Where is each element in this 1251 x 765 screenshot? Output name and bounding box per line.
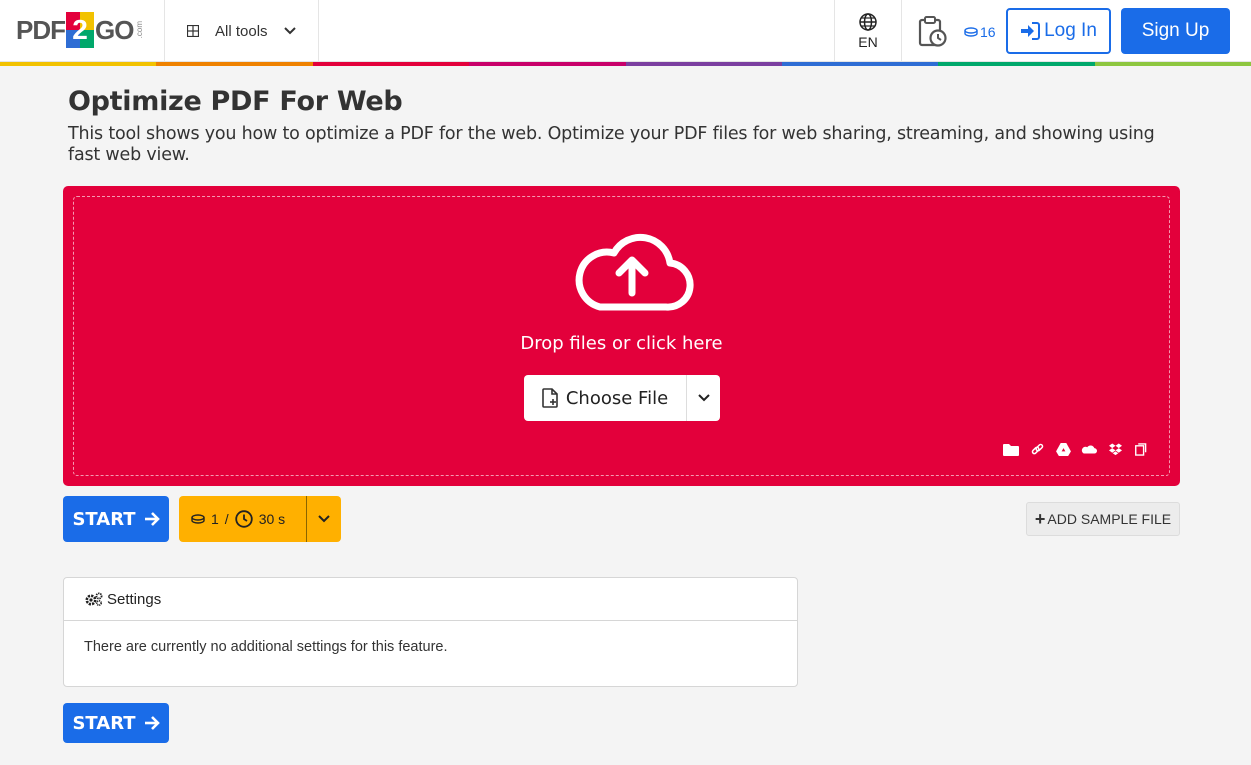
logo-text-com: .com — [135, 21, 145, 39]
logo-text-two: 2 — [72, 14, 88, 45]
choose-file-label: Choose File — [565, 387, 669, 409]
drop-area[interactable]: Drop files or click here Choose File — [73, 196, 1170, 476]
choose-file-dropdown[interactable] — [687, 375, 720, 421]
plus-icon: + — [1034, 508, 1046, 529]
page-description: This tool shows you how to optimize a PD… — [68, 124, 1155, 165]
clipboard-icon[interactable] — [1133, 441, 1149, 457]
language-label: EN — [858, 33, 878, 50]
add-sample-label: ADD SAMPLE FILE — [1047, 511, 1172, 527]
logo-text-go: GO — [95, 14, 134, 45]
logo-badge: 2 — [66, 12, 94, 48]
arrow-right-icon — [144, 512, 160, 526]
globe-icon — [859, 12, 877, 31]
coin-stack-icon — [191, 514, 205, 524]
upload-sources — [1003, 441, 1149, 457]
drop-instructions: Drop files or click here — [520, 333, 723, 354]
add-sample-file-button[interactable]: + ADD SAMPLE FILE — [1026, 502, 1180, 536]
conversion-cost: 1 / 30 s — [179, 496, 341, 542]
start-button[interactable]: START — [63, 496, 169, 542]
cost-info[interactable]: 1 / 30 s — [179, 496, 307, 542]
chevron-down-icon — [697, 394, 710, 402]
cost-separator: / — [224, 511, 229, 527]
google-drive-icon[interactable] — [1055, 441, 1071, 457]
upload-dropzone: Drop files or click here Choose File — [63, 186, 1180, 486]
credits-counter[interactable]: 16 — [964, 22, 996, 42]
cost-credits: 1 — [211, 511, 219, 527]
all-tools-label: All tools — [215, 22, 268, 40]
settings-panel: Settings There are currently no addition… — [63, 577, 798, 687]
cost-dropdown[interactable] — [307, 496, 341, 542]
logo-text-pdf: PDF — [16, 14, 66, 45]
file-add-icon — [542, 388, 558, 408]
onedrive-icon[interactable] — [1081, 441, 1097, 457]
sign-in-icon — [1021, 22, 1041, 40]
arrow-right-icon — [144, 716, 160, 730]
settings-header: Settings — [64, 578, 797, 621]
settings-title: Settings — [107, 590, 162, 608]
start-label: START — [72, 508, 136, 530]
pdf2go-logo[interactable]: PDF 2 GO .com — [16, 10, 144, 50]
settings-message: There are currently no additional settin… — [84, 639, 448, 655]
cost-time: 30 s — [258, 511, 286, 527]
login-button[interactable]: Log In — [1006, 8, 1111, 54]
choose-file-button[interactable]: Choose File — [524, 375, 687, 421]
page-title: Optimize PDF For Web — [68, 86, 403, 117]
signup-button[interactable]: Sign Up — [1121, 8, 1230, 54]
coin-stack-icon — [964, 27, 978, 37]
history-button[interactable] — [910, 14, 954, 50]
cogs-icon — [85, 592, 103, 606]
dropbox-icon[interactable] — [1107, 441, 1123, 457]
start-label: START — [72, 712, 136, 734]
grid-icon — [187, 25, 199, 37]
chevron-down-icon — [318, 515, 330, 523]
choose-file-group: Choose File — [524, 375, 720, 421]
clipboard-clock-icon — [918, 16, 947, 47]
color-stripe — [0, 62, 1251, 66]
credits-value: 16 — [980, 24, 996, 40]
language-selector[interactable]: EN — [834, 0, 902, 62]
all-tools-menu[interactable]: All tools — [164, 0, 319, 62]
chevron-down-icon — [283, 27, 296, 35]
signup-label: Sign Up — [1141, 20, 1210, 41]
folder-icon[interactable] — [1003, 441, 1019, 457]
login-label: Log In — [1044, 20, 1097, 41]
clock-icon — [234, 510, 253, 528]
link-icon[interactable] — [1029, 441, 1045, 457]
top-header: PDF 2 GO .com All tools EN 16 Log In Sig… — [0, 0, 1251, 62]
cloud-upload-icon — [575, 233, 694, 311]
start-button-bottom[interactable]: START — [63, 703, 169, 743]
